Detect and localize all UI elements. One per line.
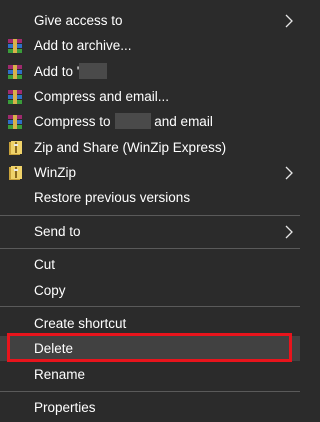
menu-item-copy[interactable]: Copy bbox=[0, 278, 300, 303]
menu-item-label: Add to archive... bbox=[34, 38, 132, 53]
menu-item-label: Rename bbox=[34, 367, 86, 382]
redacted-filename bbox=[114, 113, 151, 129]
menu-item-label: Properties bbox=[34, 400, 96, 415]
chevron-right-icon bbox=[285, 225, 293, 239]
menu-item-label: Compress to and email bbox=[34, 113, 213, 129]
menu-item-label: Add to ' bbox=[34, 63, 108, 80]
menu-item-zip-and-share[interactable]: Zip and Share (WinZip Express) bbox=[0, 135, 300, 160]
menu-item-compress-to-named-and-email[interactable]: Compress to and email bbox=[0, 109, 300, 134]
menu-separator bbox=[0, 306, 300, 307]
menu-item-label: Restore previous versions bbox=[34, 190, 191, 205]
menu-item-add-to-archive[interactable]: Add to archive... bbox=[0, 33, 300, 58]
menu-item-label: Give access to bbox=[34, 13, 123, 28]
winzip-icon bbox=[9, 166, 22, 180]
winrar-icon bbox=[8, 115, 22, 129]
menu-item-label: WinZip bbox=[34, 165, 77, 180]
menu-item-label: Cut bbox=[34, 257, 56, 272]
menu-item-winzip[interactable]: WinZip bbox=[0, 160, 300, 185]
menu-separator bbox=[0, 248, 300, 249]
menu-item-send-to[interactable]: Send to bbox=[0, 219, 300, 244]
menu-separator bbox=[0, 215, 300, 216]
highlight-annotation-box bbox=[7, 333, 292, 362]
winrar-icon bbox=[8, 90, 22, 104]
winzip-icon bbox=[9, 141, 22, 155]
menu-item-add-to-named-archive[interactable]: Add to ' bbox=[0, 59, 300, 84]
menu-item-compress-and-email[interactable]: Compress and email... bbox=[0, 84, 300, 109]
chevron-right-icon bbox=[285, 166, 293, 180]
menu-item-label: Send to bbox=[34, 224, 81, 239]
menu-item-rename[interactable]: Rename bbox=[0, 362, 300, 387]
redacted-filename bbox=[79, 63, 108, 79]
menu-item-cut[interactable]: Cut bbox=[0, 252, 300, 277]
chevron-right-icon bbox=[285, 14, 293, 28]
menu-item-label: Copy bbox=[34, 283, 66, 298]
winrar-icon bbox=[8, 65, 22, 79]
menu-item-label: Zip and Share (WinZip Express) bbox=[34, 140, 227, 155]
menu-item-label: Create shortcut bbox=[34, 316, 127, 331]
menu-item-properties[interactable]: Properties bbox=[0, 395, 300, 420]
winrar-icon bbox=[8, 39, 22, 53]
menu-item-give-access-to[interactable]: Give access to bbox=[0, 8, 300, 33]
context-menu: Give access to Add to archive... Add to … bbox=[0, 0, 300, 422]
menu-item-label: Compress and email... bbox=[34, 89, 170, 104]
menu-item-restore-previous-versions[interactable]: Restore previous versions bbox=[0, 185, 300, 210]
menu-separator bbox=[0, 391, 300, 392]
